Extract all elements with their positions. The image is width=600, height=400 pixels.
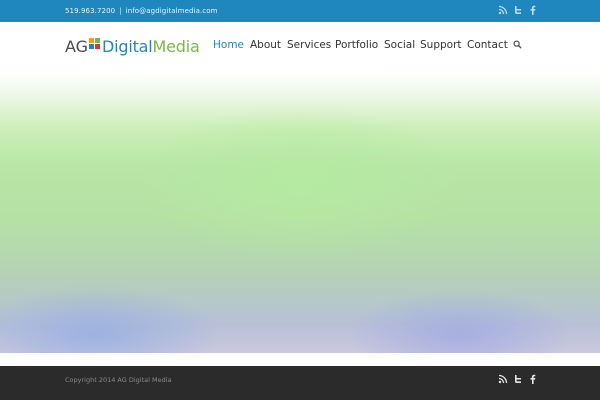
top-bar: 519.963.7200 | info@agdigitalmedia.com <box>0 0 600 22</box>
nav-item-home[interactable]: Home <box>213 37 244 53</box>
nav-item-about[interactable]: About <box>250 37 281 53</box>
facebook-icon[interactable] <box>526 3 540 17</box>
hero-banner <box>0 72 600 353</box>
site-footer: Copyright 2014 AG Digital Media <box>0 366 600 400</box>
main-navigation: Home About Services Portfolio Social Sup… <box>0 22 600 72</box>
site-header: AG DigitalMedia Home About Services Port… <box>0 22 600 72</box>
contact-info: 519.963.7200 | info@agdigitalmedia.com <box>65 0 218 22</box>
copyright-text: Copyright 2014 AG Digital Media <box>65 376 172 384</box>
rss-icon[interactable] <box>496 3 510 17</box>
nav-item-contact[interactable]: Contact <box>467 37 508 53</box>
nav-item-social[interactable]: Social <box>384 37 415 53</box>
phone-number[interactable]: 519.963.7200 <box>65 7 115 15</box>
rss-icon[interactable] <box>496 372 510 386</box>
nav-item-support[interactable]: Support <box>420 37 462 53</box>
nav-item-services[interactable]: Services <box>287 37 331 53</box>
search-icon[interactable] <box>513 40 522 49</box>
nav-item-portfolio[interactable]: Portfolio <box>335 37 378 53</box>
email-link[interactable]: info@agdigitalmedia.com <box>126 7 218 15</box>
twitter-icon[interactable] <box>511 372 525 386</box>
twitter-icon[interactable] <box>511 3 525 17</box>
footer-spacer <box>0 353 600 366</box>
contact-separator: | <box>119 7 122 15</box>
facebook-icon[interactable] <box>526 372 540 386</box>
